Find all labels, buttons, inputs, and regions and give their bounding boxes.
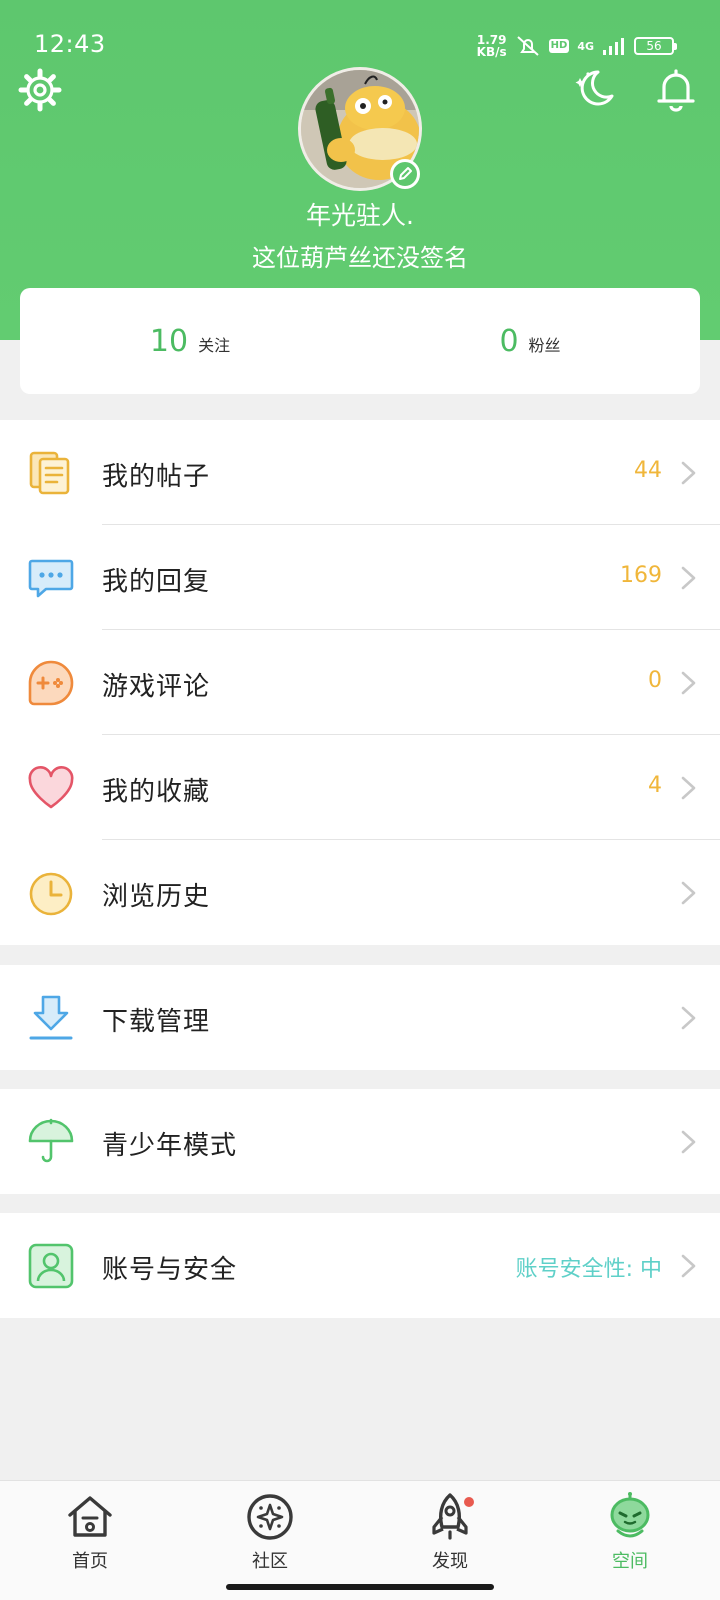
nav-label: 发现 xyxy=(432,1551,468,1572)
pencil-icon xyxy=(399,167,412,180)
menu-count: 4 xyxy=(648,773,662,798)
moon-stars-icon xyxy=(575,70,614,106)
edit-avatar-button[interactable] xyxy=(390,159,420,189)
menu-label: 下载管理 xyxy=(102,1007,211,1037)
menu-label: 我的回复 xyxy=(102,567,211,597)
clock-icon xyxy=(29,872,73,916)
followers-count: 0 xyxy=(499,323,519,359)
house-icon xyxy=(68,1496,112,1537)
gamepad-icon xyxy=(28,660,74,706)
signal-icon xyxy=(603,38,624,55)
chevron-right-icon xyxy=(681,461,696,485)
username[interactable]: 年光驻人. xyxy=(0,196,720,232)
following-stat[interactable]: 10 关注 xyxy=(20,324,360,359)
menu-item-my-posts[interactable]: 我的帖子 44 xyxy=(0,420,720,525)
status-icons: 1.79 KB/s HD 4G 56 xyxy=(477,32,677,60)
security-status: 账号安全性: 中 xyxy=(515,1257,662,1282)
menu-item-downloads[interactable]: 下载管理 xyxy=(0,965,720,1070)
download-icon xyxy=(29,995,73,1040)
signature[interactable]: 这位葫芦丝还没签名 xyxy=(0,238,720,273)
menu-item-history[interactable]: 浏览历史 xyxy=(0,840,720,945)
nav-label: 社区 xyxy=(252,1551,288,1572)
chevron-right-icon xyxy=(681,881,696,905)
sparkle-circle-icon xyxy=(247,1494,293,1540)
network-speed: 1.79 KB/s xyxy=(477,34,507,58)
heart-icon xyxy=(28,766,74,809)
menu-count: 0 xyxy=(648,668,662,693)
screen: 12:43 1.79 KB/s HD 4G 56 年光驻人. 这位葫芦丝还没签名… xyxy=(0,0,720,1600)
chevron-right-icon xyxy=(681,671,696,695)
bottom-nav: 首页 社区 发现 空间 xyxy=(0,1480,720,1600)
following-count: 10 xyxy=(149,323,189,359)
followers-stat[interactable]: 0 粉丝 xyxy=(360,324,700,359)
gear-icon xyxy=(18,68,62,112)
menu-count: 44 xyxy=(634,458,662,483)
network-speed-unit: KB/s xyxy=(476,45,507,59)
menu-item-my-replies[interactable]: 我的回复 169 xyxy=(0,525,720,630)
chat-bubble-icon xyxy=(28,559,74,598)
followers-label: 粉丝 xyxy=(528,335,561,355)
menu-label: 我的收藏 xyxy=(102,777,211,807)
chevron-right-icon xyxy=(681,566,696,590)
notification-button[interactable] xyxy=(652,66,700,114)
nav-discover[interactable]: 发现 xyxy=(390,1491,510,1581)
avatar-button[interactable] xyxy=(298,67,422,191)
account-section: 账号与安全 账号安全性: 中 xyxy=(0,1213,720,1318)
home-indicator[interactable] xyxy=(226,1584,494,1590)
hd-badge: HD xyxy=(548,39,570,53)
stats-card: 10 关注 0 粉丝 xyxy=(20,288,700,394)
menu-item-favorites[interactable]: 我的收藏 4 xyxy=(0,735,720,840)
chevron-right-icon xyxy=(681,1130,696,1154)
bell-icon xyxy=(657,69,695,112)
nav-label: 空间 xyxy=(612,1551,648,1572)
night-mode-button[interactable] xyxy=(570,66,618,114)
settings-button[interactable] xyxy=(18,68,62,112)
menu-item-game-reviews[interactable]: 游戏评论 0 xyxy=(0,630,720,735)
nav-home[interactable]: 首页 xyxy=(30,1491,150,1581)
menu-item-account[interactable]: 账号与安全 账号安全性: 中 xyxy=(0,1213,720,1318)
menu-label: 游戏评论 xyxy=(102,672,211,702)
chevron-right-icon xyxy=(681,1254,696,1278)
nav-label: 首页 xyxy=(72,1551,108,1572)
menu-label: 我的帖子 xyxy=(102,462,211,492)
user-card-icon xyxy=(28,1243,74,1289)
status-time: 12:43 xyxy=(34,30,106,58)
document-stack-icon xyxy=(29,451,70,495)
menu-count: 169 xyxy=(620,563,662,588)
alien-face-icon xyxy=(610,1492,650,1538)
umbrella-icon xyxy=(28,1118,74,1163)
menu-item-teen-mode[interactable]: 青少年模式 xyxy=(0,1089,720,1194)
menu-label: 浏览历史 xyxy=(102,882,211,912)
notification-dot xyxy=(464,1497,474,1507)
chevron-right-icon xyxy=(681,1006,696,1030)
battery-icon: 56 xyxy=(634,37,677,55)
mute-icon xyxy=(516,36,539,56)
nav-community[interactable]: 社区 xyxy=(210,1491,330,1581)
chevron-right-icon xyxy=(681,776,696,800)
teen-mode-section: 青少年模式 xyxy=(0,1089,720,1194)
network-type: 4G xyxy=(577,39,594,53)
content-section: 我的帖子 44 我的回复 169 游戏评论 0 我的收藏 4 浏览历史 xyxy=(0,420,720,945)
nav-space[interactable]: 空间 xyxy=(570,1491,690,1581)
download-section: 下载管理 xyxy=(0,965,720,1070)
status-bar: 12:43 1.79 KB/s HD 4G 56 xyxy=(0,0,720,60)
menu-label: 账号与安全 xyxy=(102,1255,238,1285)
following-label: 关注 xyxy=(198,335,231,355)
menu-label: 青少年模式 xyxy=(102,1131,238,1161)
